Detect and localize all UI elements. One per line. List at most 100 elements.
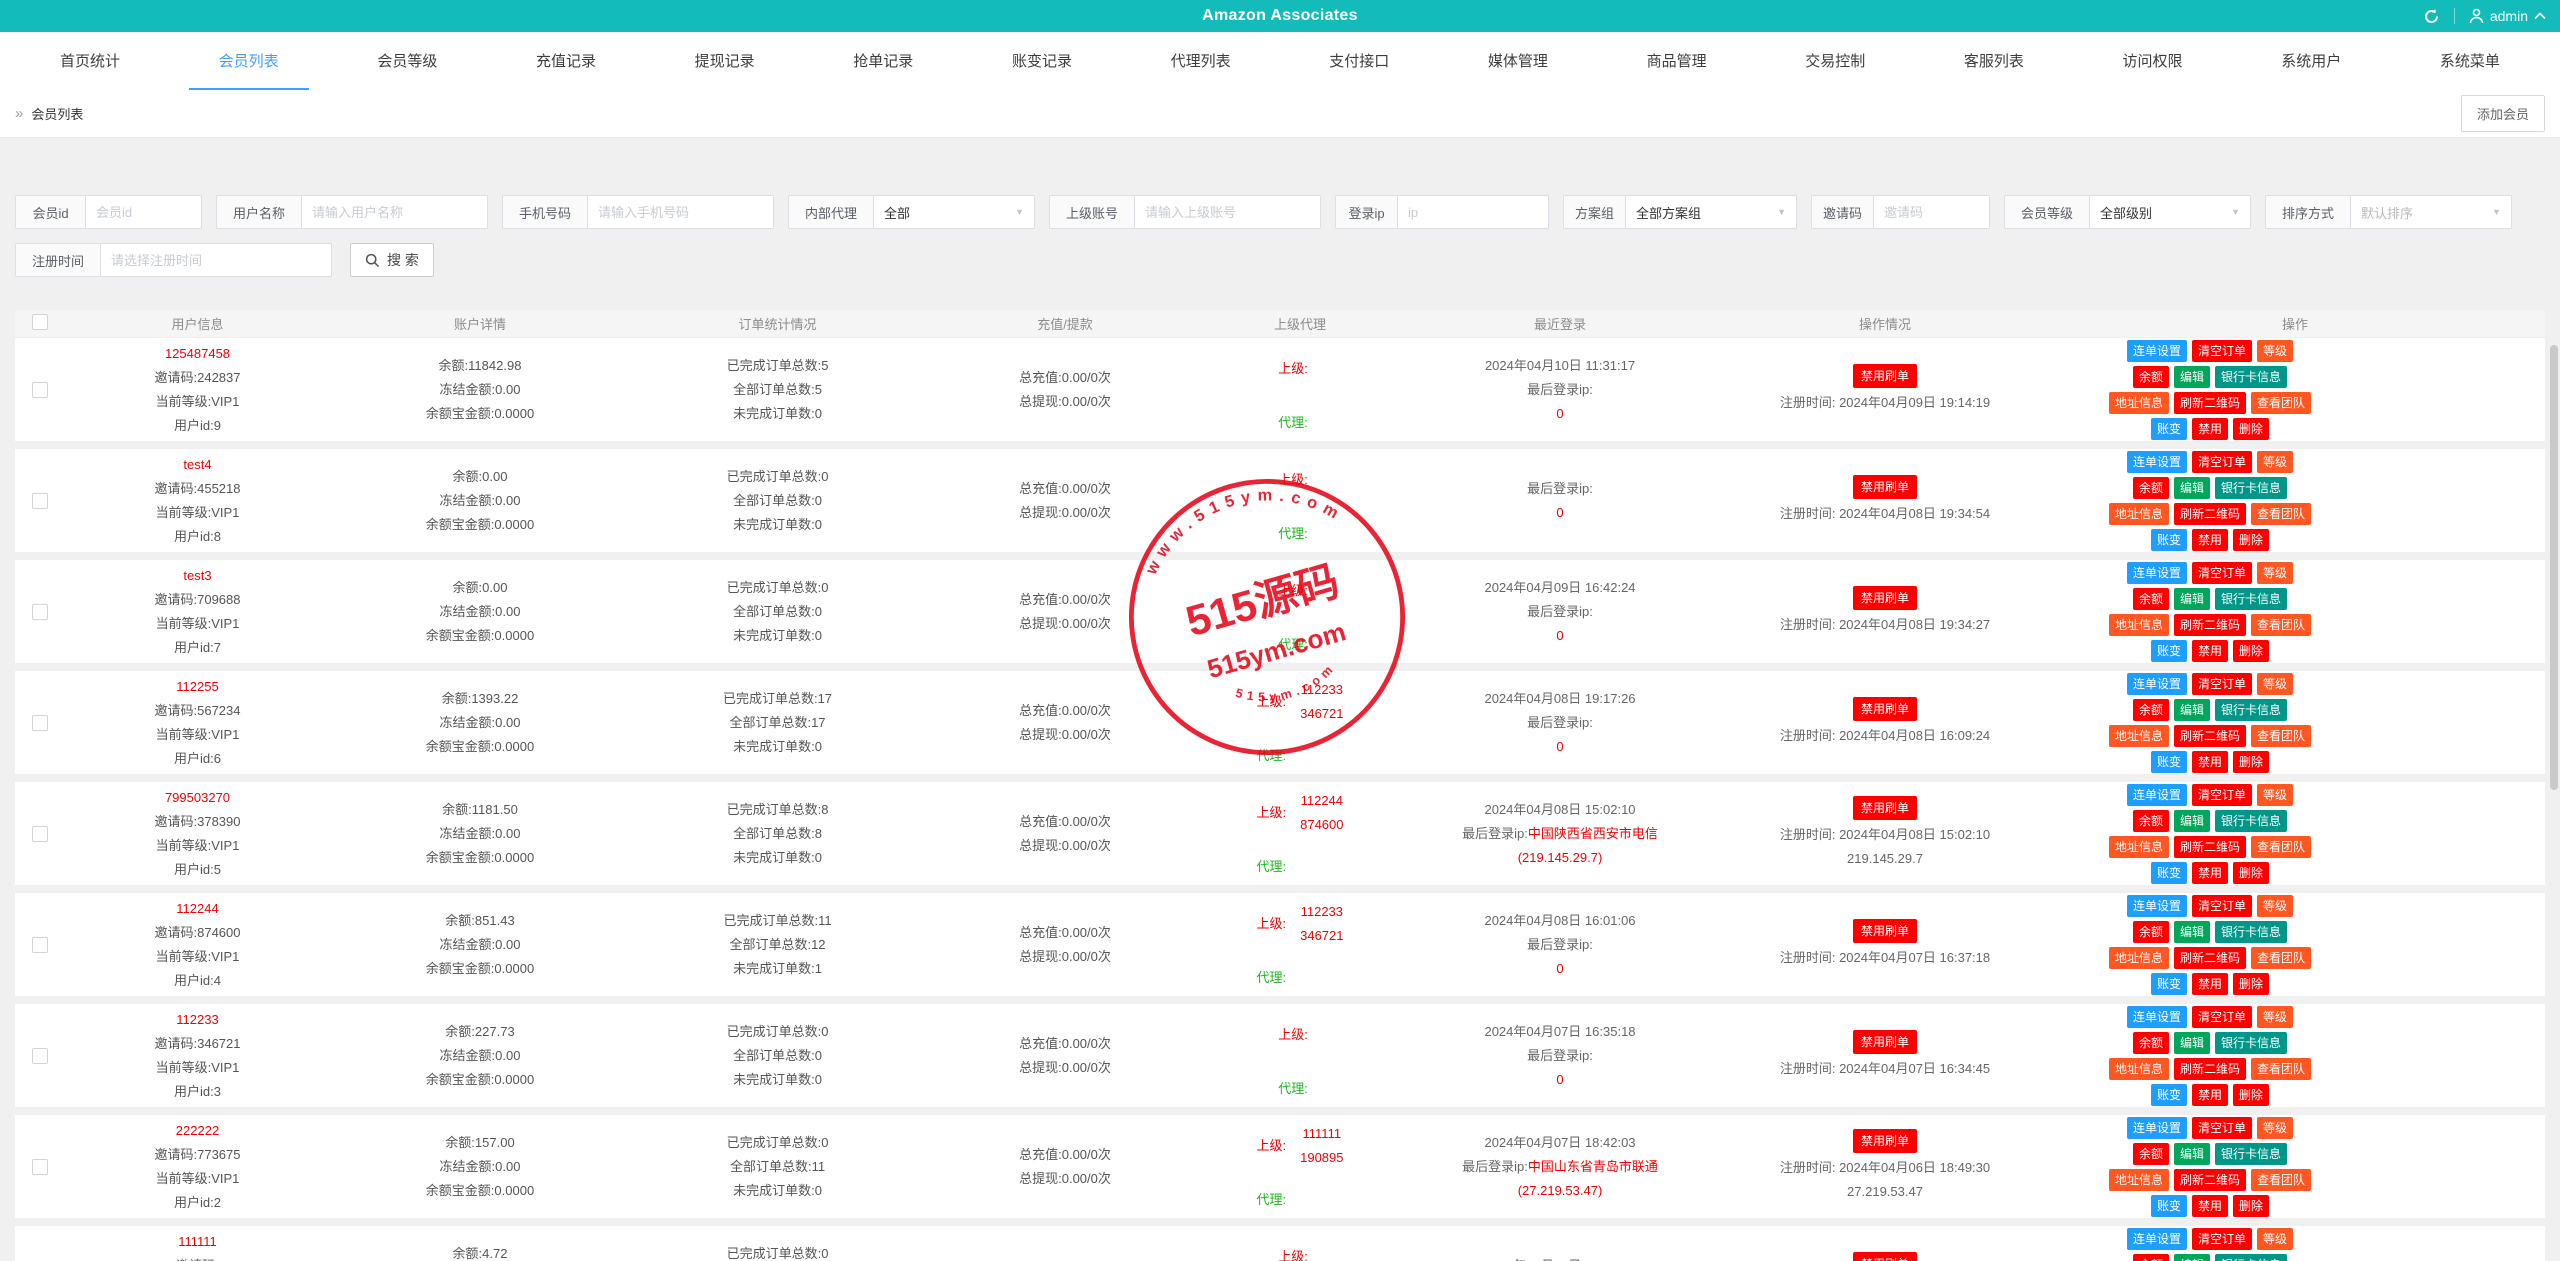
- action-button[interactable]: 余额: [2133, 921, 2169, 943]
- action-button[interactable]: 余额: [2133, 1032, 2169, 1054]
- ban-brush-order-button[interactable]: 禁用刷单: [1853, 586, 1917, 610]
- action-button[interactable]: 删除: [2233, 751, 2269, 773]
- scrollbar-thumb[interactable]: [2550, 345, 2558, 790]
- action-button[interactable]: 编辑: [2174, 1143, 2210, 1165]
- action-button[interactable]: 地址信息: [2109, 1058, 2169, 1080]
- nav-tab[interactable]: 会员等级: [347, 32, 467, 90]
- action-button[interactable]: 清空订单: [2192, 1228, 2252, 1250]
- action-button[interactable]: 禁用: [2192, 973, 2228, 995]
- action-button[interactable]: 账变: [2151, 973, 2187, 995]
- nav-tab[interactable]: 商品管理: [1617, 32, 1737, 90]
- row-checkbox[interactable]: [32, 1048, 48, 1064]
- action-button[interactable]: 编辑: [2174, 1032, 2210, 1054]
- action-button[interactable]: 地址信息: [2109, 614, 2169, 636]
- action-button[interactable]: 银行卡信息: [2215, 588, 2287, 610]
- filter-select[interactable]: 全部方案组▼: [1626, 196, 1796, 228]
- action-button[interactable]: 连单设置: [2127, 673, 2187, 695]
- row-checkbox[interactable]: [32, 1159, 48, 1175]
- action-button[interactable]: 账变: [2151, 862, 2187, 884]
- ban-brush-order-button[interactable]: 禁用刷单: [1853, 1030, 1917, 1054]
- action-button[interactable]: 账变: [2151, 640, 2187, 662]
- action-button[interactable]: 查看团队: [2251, 1058, 2311, 1080]
- action-button[interactable]: 编辑: [2174, 1254, 2210, 1261]
- action-button[interactable]: 禁用: [2192, 529, 2228, 551]
- action-button[interactable]: 编辑: [2174, 477, 2210, 499]
- action-button[interactable]: 等级: [2257, 1006, 2293, 1028]
- action-button[interactable]: 连单设置: [2127, 451, 2187, 473]
- nav-tab[interactable]: 首页统计: [30, 32, 150, 90]
- action-button[interactable]: 余额: [2133, 1254, 2169, 1261]
- row-checkbox[interactable]: [32, 937, 48, 953]
- action-button[interactable]: 等级: [2257, 1228, 2293, 1250]
- action-button[interactable]: 刷新二维码: [2174, 503, 2246, 525]
- action-button[interactable]: 账变: [2151, 529, 2187, 551]
- action-button[interactable]: 余额: [2133, 588, 2169, 610]
- action-button[interactable]: 等级: [2257, 562, 2293, 584]
- action-button[interactable]: 删除: [2233, 418, 2269, 440]
- ban-brush-order-button[interactable]: 禁用刷单: [1853, 796, 1917, 820]
- row-checkbox[interactable]: [32, 493, 48, 509]
- action-button[interactable]: 连单设置: [2127, 1117, 2187, 1139]
- action-button[interactable]: 删除: [2233, 973, 2269, 995]
- action-button[interactable]: 银行卡信息: [2215, 366, 2287, 388]
- add-member-button[interactable]: 添加会员: [2461, 95, 2545, 132]
- action-button[interactable]: 地址信息: [2109, 725, 2169, 747]
- action-button[interactable]: 刷新二维码: [2174, 614, 2246, 636]
- filter-select[interactable]: 全部级别▼: [2090, 196, 2250, 228]
- action-button[interactable]: 删除: [2233, 1084, 2269, 1106]
- nav-tab[interactable]: 客服列表: [1934, 32, 2054, 90]
- action-button[interactable]: 账变: [2151, 418, 2187, 440]
- nav-tab[interactable]: 会员列表: [189, 32, 309, 90]
- action-button[interactable]: 等级: [2257, 895, 2293, 917]
- action-button[interactable]: 清空订单: [2192, 451, 2252, 473]
- action-button[interactable]: 编辑: [2174, 810, 2210, 832]
- nav-tab[interactable]: 系统用户: [2251, 32, 2371, 90]
- action-button[interactable]: 地址信息: [2109, 1169, 2169, 1191]
- action-button[interactable]: 连单设置: [2127, 1006, 2187, 1028]
- row-checkbox[interactable]: [32, 715, 48, 731]
- action-button[interactable]: 余额: [2133, 477, 2169, 499]
- action-button[interactable]: 连单设置: [2127, 895, 2187, 917]
- filter-input[interactable]: [1874, 196, 1989, 228]
- action-button[interactable]: 禁用: [2192, 862, 2228, 884]
- action-button[interactable]: 连单设置: [2127, 562, 2187, 584]
- register-time-input[interactable]: [101, 244, 331, 276]
- action-button[interactable]: 银行卡信息: [2215, 1143, 2287, 1165]
- row-checkbox[interactable]: [32, 826, 48, 842]
- action-button[interactable]: 查看团队: [2251, 836, 2311, 858]
- ban-brush-order-button[interactable]: 禁用刷单: [1853, 1252, 1917, 1261]
- nav-tab[interactable]: 支付接口: [1299, 32, 1419, 90]
- action-button[interactable]: 银行卡信息: [2215, 477, 2287, 499]
- action-button[interactable]: 查看团队: [2251, 614, 2311, 636]
- action-button[interactable]: 查看团队: [2251, 503, 2311, 525]
- ban-brush-order-button[interactable]: 禁用刷单: [1853, 1129, 1917, 1153]
- action-button[interactable]: 等级: [2257, 1117, 2293, 1139]
- action-button[interactable]: 查看团队: [2251, 947, 2311, 969]
- nav-tab[interactable]: 抢单记录: [823, 32, 943, 90]
- action-button[interactable]: 编辑: [2174, 921, 2210, 943]
- action-button[interactable]: 余额: [2133, 366, 2169, 388]
- nav-tab[interactable]: 交易控制: [1775, 32, 1895, 90]
- action-button[interactable]: 禁用: [2192, 1084, 2228, 1106]
- nav-tab[interactable]: 账变记录: [982, 32, 1102, 90]
- action-button[interactable]: 连单设置: [2127, 784, 2187, 806]
- filter-select[interactable]: 默认排序▼: [2351, 196, 2511, 228]
- action-button[interactable]: 刷新二维码: [2174, 1169, 2246, 1191]
- filter-input[interactable]: [86, 196, 201, 228]
- nav-tab[interactable]: 提现记录: [665, 32, 785, 90]
- filter-input[interactable]: [588, 196, 773, 228]
- ban-brush-order-button[interactable]: 禁用刷单: [1853, 697, 1917, 721]
- search-button[interactable]: 搜 索: [350, 243, 434, 277]
- ban-brush-order-button[interactable]: 禁用刷单: [1853, 364, 1917, 388]
- action-button[interactable]: 编辑: [2174, 699, 2210, 721]
- action-button[interactable]: 查看团队: [2251, 725, 2311, 747]
- filter-select[interactable]: 全部▼: [874, 196, 1034, 228]
- action-button[interactable]: 刷新二维码: [2174, 392, 2246, 414]
- select-all-checkbox[interactable]: [32, 314, 48, 330]
- action-button[interactable]: 刷新二维码: [2174, 1058, 2246, 1080]
- action-button[interactable]: 地址信息: [2109, 392, 2169, 414]
- action-button[interactable]: 查看团队: [2251, 1169, 2311, 1191]
- action-button[interactable]: 等级: [2257, 673, 2293, 695]
- action-button[interactable]: 账变: [2151, 751, 2187, 773]
- action-button[interactable]: 禁用: [2192, 751, 2228, 773]
